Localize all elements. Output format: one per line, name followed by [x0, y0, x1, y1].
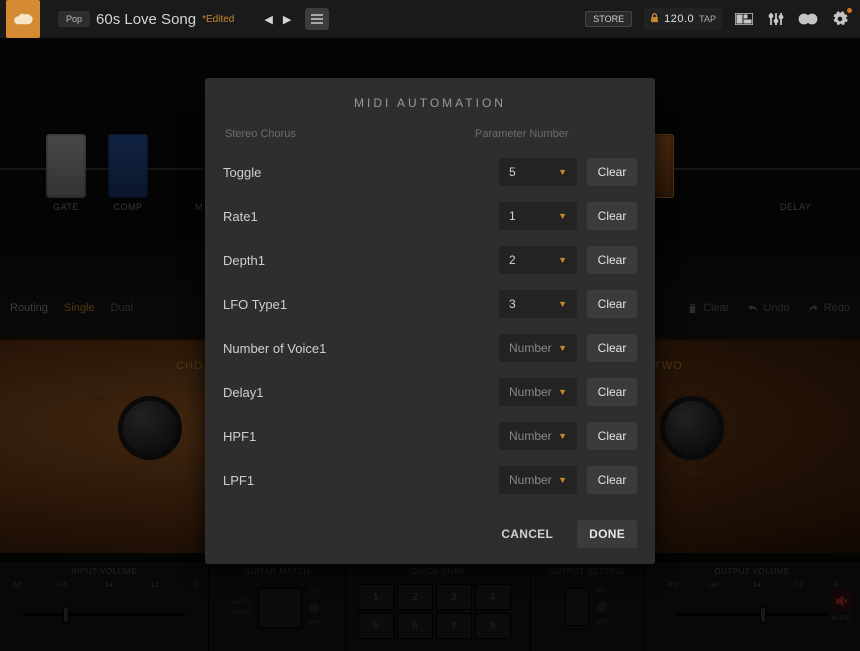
edited-tag: *Edited	[202, 14, 234, 25]
chevron-down-icon: ▼	[558, 255, 567, 265]
modal-scroll[interactable]: Stereo Chorus Parameter Number Toggle 5▼…	[205, 124, 655, 506]
chevron-down-icon: ▼	[558, 431, 567, 441]
row-delay1-clear[interactable]: Clear	[587, 378, 637, 406]
row-rate1-label: Rate1	[223, 209, 499, 224]
row-toggle-label: Toggle	[223, 165, 499, 180]
tap-label: TAP	[699, 14, 716, 24]
row-toggle-select[interactable]: 5▼	[499, 158, 577, 186]
row-hpf1: HPF1 Number▼ Clear	[223, 414, 637, 458]
lock-icon	[650, 10, 659, 28]
row-rate1-clear[interactable]: Clear	[587, 202, 637, 230]
row-hpf1-clear[interactable]: Clear	[587, 422, 637, 450]
row-toggle-clear[interactable]: Clear	[587, 158, 637, 186]
row-depth1-clear[interactable]: Clear	[587, 246, 637, 274]
row-toggle: Toggle 5▼ Clear	[223, 150, 637, 194]
cancel-button[interactable]: CANCEL	[489, 520, 565, 548]
row-lfotype1-select[interactable]: 3▼	[499, 290, 577, 318]
genre-pill[interactable]: Pop	[58, 11, 90, 27]
chevron-down-icon: ▼	[558, 299, 567, 309]
row-delay1: Delay1 Number▼ Clear	[223, 370, 637, 414]
row-rate1: Rate1 1▼ Clear	[223, 194, 637, 238]
row-lpf1-clear[interactable]: Clear	[587, 466, 637, 494]
notification-dot	[847, 8, 852, 13]
row-numvoice1-label: Number of Voice1	[223, 341, 499, 356]
row-numvoice1-clear[interactable]: Clear	[587, 334, 637, 362]
tempo-box[interactable]: 120.0 TAP	[644, 8, 722, 30]
mixer-icon[interactable]	[766, 9, 786, 29]
row-numvoice1: Number of Voice1 Number▼ Clear	[223, 326, 637, 370]
row-lfotype1-label: LFO Type1	[223, 297, 499, 312]
cloud-icon[interactable]	[6, 0, 40, 38]
row-rate1-select[interactable]: 1▼	[499, 202, 577, 230]
row-lfotype1-clear[interactable]: Clear	[587, 290, 637, 318]
song-title[interactable]: 60s Love Song	[96, 11, 196, 28]
row-lpf1: LPF1 Number▼ Clear	[223, 458, 637, 502]
row-hpf1-select[interactable]: Number▼	[499, 422, 577, 450]
chevron-down-icon: ▼	[558, 167, 567, 177]
chevron-down-icon: ▼	[558, 211, 567, 221]
row-lfotype1: LFO Type1 3▼ Clear	[223, 282, 637, 326]
row-lpf1-label: LPF1	[223, 473, 499, 488]
row-depth1-select[interactable]: 2▼	[499, 246, 577, 274]
next-icon[interactable]: ▶	[283, 13, 291, 26]
chevron-down-icon: ▼	[558, 475, 567, 485]
row-hpf1-label: HPF1	[223, 429, 499, 444]
loop-icon[interactable]	[798, 9, 818, 29]
live-view-icon[interactable]	[734, 9, 754, 29]
modal-section-label: Stereo Chorus	[225, 128, 475, 140]
midi-automation-modal: MIDI AUTOMATION Stereo Chorus Parameter …	[205, 78, 655, 564]
row-depth1: Depth1 2▼ Clear	[223, 238, 637, 282]
modal-col2-label: Parameter Number	[475, 128, 635, 140]
chevron-down-icon: ▼	[558, 343, 567, 353]
hamburger-icon[interactable]	[305, 8, 329, 30]
row-delay1-select[interactable]: Number▼	[499, 378, 577, 406]
row-lpf1-select[interactable]: Number▼	[499, 466, 577, 494]
top-bar: Pop 60s Love Song *Edited ◀ ▶ STORE 120.…	[0, 0, 860, 38]
gear-icon[interactable]	[830, 9, 850, 29]
row-numvoice1-select[interactable]: Number▼	[499, 334, 577, 362]
row-depth1-label: Depth1	[223, 253, 499, 268]
row-delay1-label: Delay1	[223, 385, 499, 400]
chevron-down-icon: ▼	[558, 387, 567, 397]
tempo-value: 120.0	[664, 13, 694, 25]
store-button[interactable]: STORE	[585, 11, 632, 27]
prev-icon[interactable]: ◀	[264, 13, 272, 26]
done-button[interactable]: DONE	[577, 520, 637, 548]
modal-title: MIDI AUTOMATION	[205, 78, 655, 124]
